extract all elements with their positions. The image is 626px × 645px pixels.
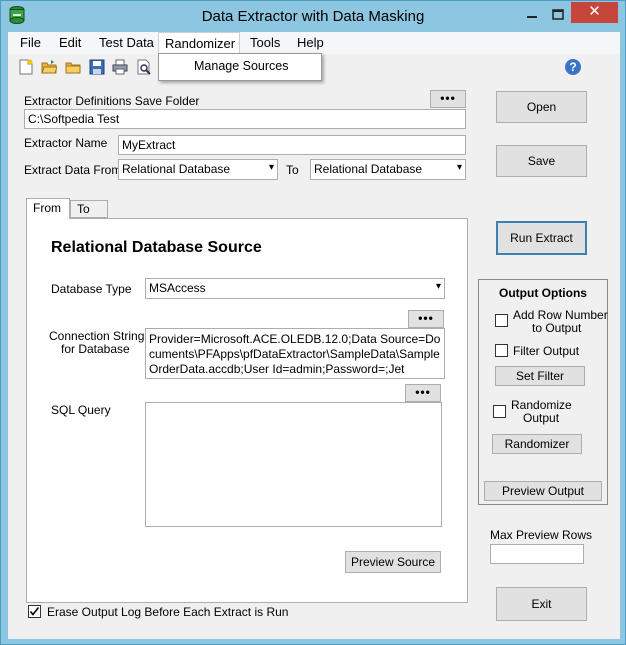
database-type-select[interactable]: MSAccess ▾ [145, 278, 445, 299]
connection-string-label-2: for Database [61, 342, 130, 356]
folder-field[interactable]: C:\Softpedia Test [24, 109, 466, 129]
sql-query-label: SQL Query [51, 403, 111, 417]
randomizer-dropdown: Manage Sources [158, 53, 322, 81]
chevron-down-icon: ▾ [435, 281, 441, 292]
preview-source-button[interactable]: Preview Source [345, 551, 441, 573]
add-row-number-label-2: to Output [532, 321, 582, 335]
checkmark-icon [29, 607, 40, 616]
extract-from-value: Relational Database [122, 162, 231, 176]
extract-to-value: Relational Database [314, 162, 423, 176]
chevron-down-icon: ▾ [268, 162, 274, 173]
menu-test-data[interactable]: Test Data [97, 35, 156, 50]
menu-bar: File Edit Test Data Randomizer Tools Hel… [8, 32, 620, 54]
tab-to[interactable]: To [70, 200, 108, 218]
exit-button[interactable]: Exit [496, 587, 587, 621]
extract-from-select[interactable]: Relational Database ▾ [118, 159, 278, 180]
connection-string-label-1: Connection String [49, 329, 145, 343]
run-extract-button[interactable]: Run Extract [496, 221, 587, 255]
maximize-button[interactable] [545, 6, 571, 24]
print-preview-icon[interactable] [136, 59, 152, 75]
menu-help[interactable]: Help [295, 35, 326, 50]
help-icon[interactable]: ? [565, 59, 581, 75]
filter-output-checkbox[interactable] [495, 344, 508, 357]
max-preview-rows-label: Max Preview Rows [490, 528, 593, 542]
source-heading: Relational Database Source [51, 239, 262, 256]
erase-log-checkbox[interactable] [28, 605, 41, 618]
randomizer-button[interactable]: Randomizer [492, 434, 582, 454]
minimize-button[interactable] [519, 6, 545, 24]
randomize-output-label-2: Output [523, 411, 560, 425]
menu-edit[interactable]: Edit [57, 35, 83, 50]
from-tab-panel: Relational Database Source Database Type… [26, 218, 468, 603]
database-type-value: MSAccess [149, 281, 206, 295]
to-label: To [286, 163, 299, 177]
print-icon[interactable] [112, 59, 128, 75]
preview-output-button[interactable]: Preview Output [484, 481, 602, 501]
folder-label: Extractor Definitions Save Folder [24, 94, 200, 108]
erase-log-label: Erase Output Log Before Each Extract is … [47, 605, 289, 619]
extractor-name-field[interactable]: MyExtract [118, 135, 466, 155]
output-options-group: Output Options Add Row Number to Output … [478, 279, 608, 505]
menu-randomizer[interactable]: Randomizer [158, 32, 240, 54]
database-type-label: Database Type [51, 282, 132, 296]
sql-query-field[interactable] [145, 402, 442, 527]
open-folder-icon[interactable] [41, 59, 57, 75]
sql-browse-button[interactable]: ••• [405, 384, 441, 402]
new-file-icon[interactable] [18, 59, 34, 75]
max-preview-rows-field[interactable] [490, 544, 584, 564]
filter-output-label: Filter Output [513, 344, 580, 358]
save-icon[interactable] [89, 59, 105, 75]
open-button[interactable]: Open [496, 91, 587, 123]
extract-from-label: Extract Data From [24, 163, 122, 177]
menu-tools[interactable]: Tools [248, 35, 282, 50]
save-button[interactable]: Save [496, 145, 587, 177]
add-row-number-label-1: Add Row Number [513, 308, 608, 322]
connection-browse-button[interactable]: ••• [408, 310, 444, 328]
connection-string-field[interactable]: Provider=Microsoft.ACE.OLEDB.12.0;Data S… [145, 328, 445, 379]
app-window: Data Extractor with Data Masking ✕ File … [0, 0, 626, 645]
folder-icon[interactable] [65, 59, 81, 75]
title-bar[interactable]: Data Extractor with Data Masking ✕ [1, 1, 625, 31]
close-icon: ✕ [588, 3, 601, 20]
output-options-title: Output Options [499, 286, 587, 300]
tab-from[interactable]: From [26, 198, 70, 219]
set-filter-button[interactable]: Set Filter [495, 366, 585, 386]
client-area: File Edit Test Data Randomizer Tools Hel… [8, 32, 620, 639]
add-row-number-checkbox[interactable] [495, 314, 508, 327]
menu-manage-sources[interactable]: Manage Sources [194, 59, 289, 73]
chevron-down-icon: ▾ [456, 162, 462, 173]
menu-file[interactable]: File [18, 35, 43, 50]
extractor-name-label: Extractor Name [24, 136, 108, 150]
close-button[interactable]: ✕ [571, 2, 618, 23]
extract-to-select[interactable]: Relational Database ▾ [310, 159, 466, 180]
randomize-output-checkbox[interactable] [493, 405, 506, 418]
browse-folder-button[interactable]: ••• [430, 90, 466, 108]
randomize-output-label-1: Randomize [511, 398, 572, 412]
